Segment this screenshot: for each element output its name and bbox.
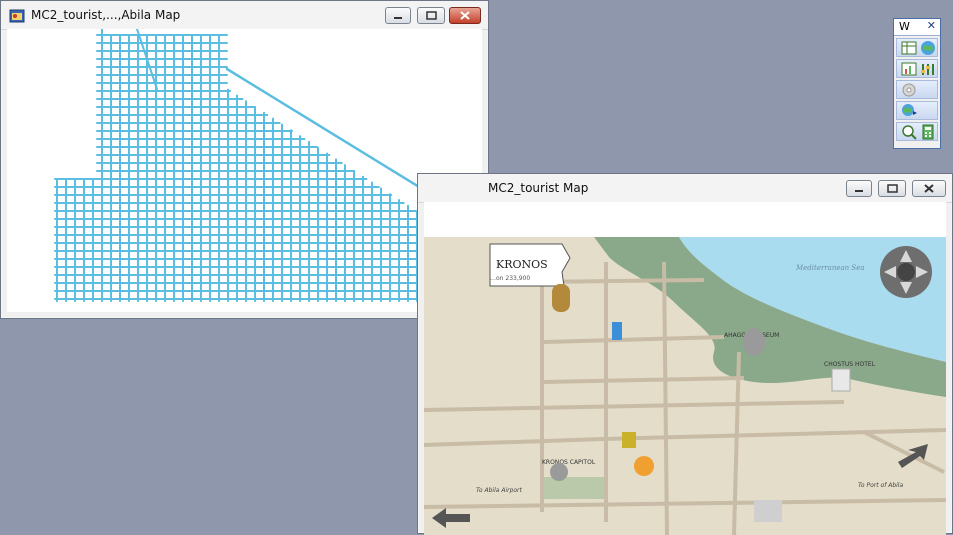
disc-icon[interactable] [901, 82, 917, 98]
minimize-button[interactable] [385, 7, 411, 24]
landmark-marker[interactable] [552, 284, 570, 312]
port-label: To Port of Abila [858, 482, 903, 489]
widget-toolbar-row [896, 59, 938, 78]
maximize-icon [426, 11, 437, 20]
widget-toolbar-row [896, 80, 938, 99]
museum-marker[interactable] [743, 328, 765, 356]
airport-label: To Abila Airport [476, 487, 523, 494]
abila-street-map[interactable] [7, 29, 482, 312]
kronos-subtitle: …on 233,900 [490, 275, 530, 282]
landmark-marker[interactable] [622, 432, 636, 448]
abila-map-canvas[interactable] [7, 29, 482, 312]
table-icon[interactable] [901, 40, 917, 56]
widget-toolbar-row [896, 122, 938, 141]
map-pin-icon[interactable] [901, 103, 917, 119]
widget-toolbar-row [896, 101, 938, 120]
tourist-map-image[interactable]: KRONOS …on 233,900 Mediterranean Sea CHO… [424, 202, 946, 535]
close-icon [924, 184, 934, 193]
maximize-button[interactable] [878, 180, 906, 197]
widget-toolbar-header[interactable]: W ✕ [894, 19, 940, 36]
search-icon[interactable] [901, 124, 917, 140]
widget-toolbar-title: W [899, 20, 910, 33]
close-button[interactable] [912, 180, 946, 197]
compass-icon[interactable] [880, 246, 932, 298]
capitol-park [544, 477, 604, 499]
chart-icon[interactable] [901, 61, 917, 77]
abila-map-titlebar[interactable]: MC2_tourist,...,Abila Map [1, 1, 488, 30]
tourist-map-canvas[interactable]: KRONOS …on 233,900 Mediterranean Sea CHO… [424, 202, 946, 535]
sliders-icon[interactable] [920, 61, 936, 77]
landmark-marker[interactable] [754, 500, 782, 522]
calculator-icon[interactable] [920, 124, 936, 140]
close-icon [460, 11, 470, 20]
widget-toolbar-row [896, 38, 938, 57]
landmark-marker[interactable] [612, 322, 622, 340]
app-icon [9, 9, 25, 23]
kronos-title: KRONOS [496, 258, 548, 271]
landmark-marker[interactable] [634, 456, 654, 476]
window-title: MC2_tourist,...,Abila Map [31, 8, 181, 22]
sea-label: Mediterranean Sea [795, 264, 865, 272]
widget-toolbar-close[interactable]: ✕ [927, 19, 936, 32]
maximize-button[interactable] [417, 7, 445, 24]
tourist-map-window: MC2_tourist Map KRONOS …on 233,900 Medit… [417, 173, 953, 535]
capitol-label: KRONOS CAPITOL [542, 459, 596, 466]
minimize-icon [855, 190, 863, 192]
close-button[interactable] [449, 7, 481, 24]
window-title: MC2_tourist Map [488, 181, 589, 195]
hotel-marker[interactable] [831, 368, 851, 392]
capitol-marker[interactable] [550, 463, 568, 481]
tourist-map-titlebar[interactable]: MC2_tourist Map [418, 174, 952, 203]
maximize-icon [887, 184, 898, 193]
abila-map-window: MC2_tourist,...,Abila Map [0, 0, 489, 319]
widget-toolbar: W ✕ [893, 18, 941, 149]
hotel-label: CHOSTUS HOTEL [824, 361, 876, 368]
globe-icon[interactable] [920, 40, 936, 56]
minimize-icon [394, 17, 402, 19]
minimize-button[interactable] [846, 180, 872, 197]
